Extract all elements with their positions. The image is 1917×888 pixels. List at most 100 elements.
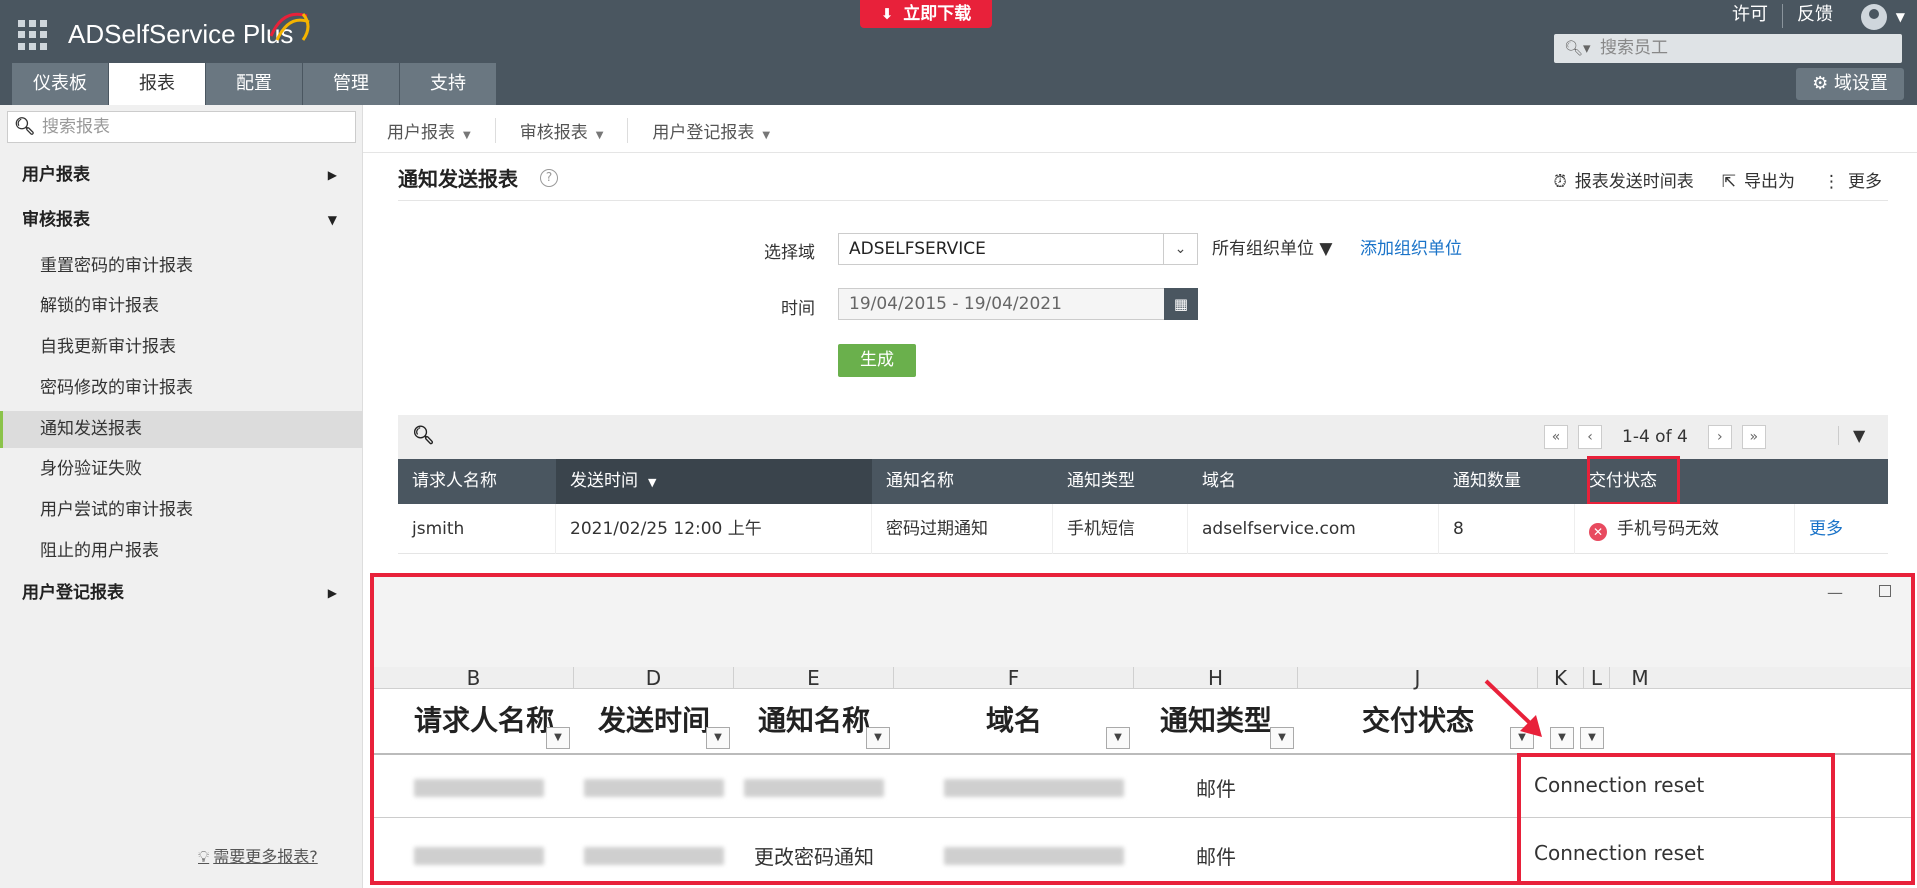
blurred-cell [944, 779, 1124, 797]
sidebar-item-user-attempt-audit[interactable]: 用户尝试的审计报表 [0, 492, 363, 529]
lightbulb-icon: 💡︎ [198, 847, 210, 866]
search-icon: 🔍︎ [14, 117, 36, 137]
sidebar: 🔍︎ 搜索报表 用户报表 ▶ 审核报表 ▼ 重置密码的审计报表 解锁的审计报表 … [0, 105, 363, 888]
export-button[interactable]: ⇱ 导出为 [1722, 167, 1795, 192]
export-icon: ⇱ [1721, 172, 1736, 192]
table-toolbar: 🔍︎ « ‹ 1-4 of 4 › » ▼ [398, 415, 1888, 459]
subnav-enrollment-reports[interactable]: 用户登记报表 ▼ [628, 118, 794, 143]
col-domain[interactable]: 域名 [1188, 459, 1439, 504]
filter-dropdown-icon[interactable]: ▼ [1270, 727, 1294, 749]
tab-reports[interactable]: 报表 [109, 63, 205, 105]
caret-down-icon: ▼ [327, 213, 337, 227]
report-search-input[interactable]: 🔍︎ 搜索报表 [7, 111, 356, 143]
column-filter-icon[interactable]: ▼ [1838, 426, 1865, 445]
subnav-user-reports[interactable]: 用户报表 ▼ [363, 117, 496, 143]
schedule-report-button[interactable]: ⏰︎ 报表发送时间表 [1553, 167, 1693, 192]
table-search-icon[interactable]: 🔍︎ [412, 425, 435, 446]
sort-desc-icon: ▼ [648, 476, 657, 489]
time-label: 时间 [781, 299, 815, 319]
domain-settings-button[interactable]: ⚙ 域设置 [1796, 68, 1904, 100]
sidebar-section-user-reports[interactable]: 用户报表 ▶ [0, 159, 363, 191]
blurred-cell [744, 779, 884, 797]
domain-select[interactable]: ADSELFSERVICE ⌄ [838, 233, 1198, 265]
filter-dropdown-icon[interactable]: ▼ [1580, 727, 1604, 749]
chevron-down-icon: ▼ [595, 129, 604, 141]
excel-export-overlay: — B D E F H J K L M 请求人名称 发送时间 通知名称 域名 通… [370, 573, 1915, 885]
domain-label: 选择域 [764, 243, 815, 263]
excel-cell-type: 邮件 [1196, 777, 1236, 801]
divider [363, 152, 1917, 153]
user-menu-caret-icon[interactable]: ▼ [1896, 10, 1905, 24]
top-links: 许可 反馈 [1718, 4, 1847, 28]
highlight-box [1517, 753, 1835, 881]
need-more-reports-link[interactable]: 💡︎ 需要更多报表? [198, 843, 318, 867]
sidebar-section-enrollment-reports[interactable]: 用户登记报表 ▶ [0, 577, 363, 609]
user-avatar-icon[interactable] [1861, 4, 1887, 30]
red-arrow-icon [1484, 679, 1542, 737]
app-logo: ADSelfService Plus [68, 19, 294, 49]
chevron-down-icon: ▼ [762, 129, 771, 141]
minimize-icon[interactable]: — [1827, 583, 1843, 602]
sidebar-item-password-change-audit[interactable]: 密码修改的审计报表 [0, 370, 363, 407]
cell-sent-time: 2021/02/25 12:00 上午 [556, 504, 872, 554]
calendar-icon[interactable]: ▦ [1164, 288, 1198, 320]
col-letter: B [374, 667, 574, 689]
sidebar-section-audit-reports[interactable]: 审核报表 ▼ [0, 204, 363, 236]
tab-support[interactable]: 支持 [400, 63, 496, 105]
more-actions-button[interactable]: ⋮ 更多 [1823, 167, 1882, 192]
col-letter: F [894, 667, 1134, 689]
col-letter: D [574, 667, 734, 689]
sidebar-item-reset-audit[interactable]: 重置密码的审计报表 [0, 248, 363, 285]
sidebar-item-unlock-audit[interactable]: 解锁的审计报表 [0, 288, 363, 325]
sidebar-item-notification-report[interactable]: 通知发送报表 [0, 411, 363, 448]
filter-dropdown-icon[interactable]: ▼ [546, 727, 570, 749]
col-letter: E [734, 667, 894, 689]
cell-count: 8 [1439, 504, 1575, 554]
excel-title-bar: — [374, 577, 1911, 667]
filter-dropdown-icon[interactable]: ▼ [866, 727, 890, 749]
help-icon[interactable]: ? [540, 169, 558, 187]
filter-dropdown-icon[interactable]: ▼ [1550, 727, 1574, 749]
all-ou-label: 所有组织单位 ▼ [1212, 239, 1333, 259]
col-notification-count[interactable]: 通知数量 [1439, 459, 1575, 504]
tab-configuration[interactable]: 配置 [206, 63, 302, 105]
report-subnav: 用户报表 ▼ 审核报表 ▼ 用户登记报表 ▼ [363, 108, 794, 152]
tab-admin[interactable]: 管理 [303, 63, 399, 105]
sidebar-item-self-update-audit[interactable]: 自我更新审计报表 [0, 329, 363, 366]
generate-button[interactable]: 生成 [838, 344, 916, 377]
report-actions: ⏰︎ 报表发送时间表 ⇱ 导出为 ⋮ 更多 [1553, 167, 1882, 192]
next-page-icon[interactable]: › [1707, 425, 1732, 449]
sidebar-item-auth-failure[interactable]: 身份验证失败 [0, 451, 363, 488]
sidebar-item-blocked-users[interactable]: 阻止的用户报表 [0, 533, 363, 570]
logo-arc-icon [269, 12, 310, 41]
col-sent-time[interactable]: 发送时间 ▼ [556, 459, 872, 504]
add-ou-link[interactable]: 添加组织单位 [1360, 234, 1462, 259]
first-page-icon[interactable]: « [1544, 425, 1568, 449]
date-range-input[interactable]: 19/04/2015 - 19/04/2021 ▦ [838, 288, 1198, 320]
cell-requester: jsmith [398, 504, 556, 554]
feedback-link[interactable]: 反馈 [1783, 4, 1847, 28]
app-grid-icon[interactable] [18, 20, 48, 50]
tab-dashboard[interactable]: 仪表板 [12, 63, 108, 105]
table-row-partial [398, 555, 1888, 573]
blurred-cell [944, 847, 1124, 865]
subnav-audit-reports[interactable]: 审核报表 ▼ [496, 117, 629, 143]
filter-dropdown-icon[interactable]: ▼ [1106, 727, 1130, 749]
blurred-cell [584, 779, 724, 797]
col-requester[interactable]: 请求人名称 [398, 459, 556, 504]
caret-right-icon: ▶ [327, 586, 337, 600]
col-notification-name[interactable]: 通知名称 [872, 459, 1053, 504]
more-link[interactable]: 更多 [1795, 504, 1888, 554]
col-notification-type[interactable]: 通知类型 [1053, 459, 1188, 504]
blurred-cell [414, 779, 544, 797]
download-icon: ⬇ [880, 5, 894, 23]
prev-page-icon[interactable]: ‹ [1578, 425, 1602, 449]
license-link[interactable]: 许可 [1718, 4, 1783, 28]
download-button[interactable]: ⬇ 立即下载 [860, 0, 992, 28]
last-page-icon[interactable]: » [1741, 425, 1766, 449]
chevron-down-icon: ▼ [463, 129, 471, 141]
maximize-icon[interactable] [1879, 585, 1891, 597]
more-icon: ⋮ [1823, 172, 1840, 192]
filter-dropdown-icon[interactable]: ▼ [706, 727, 730, 749]
employee-search-input[interactable]: 🔍︎▾ 搜索员工 [1554, 34, 1902, 63]
